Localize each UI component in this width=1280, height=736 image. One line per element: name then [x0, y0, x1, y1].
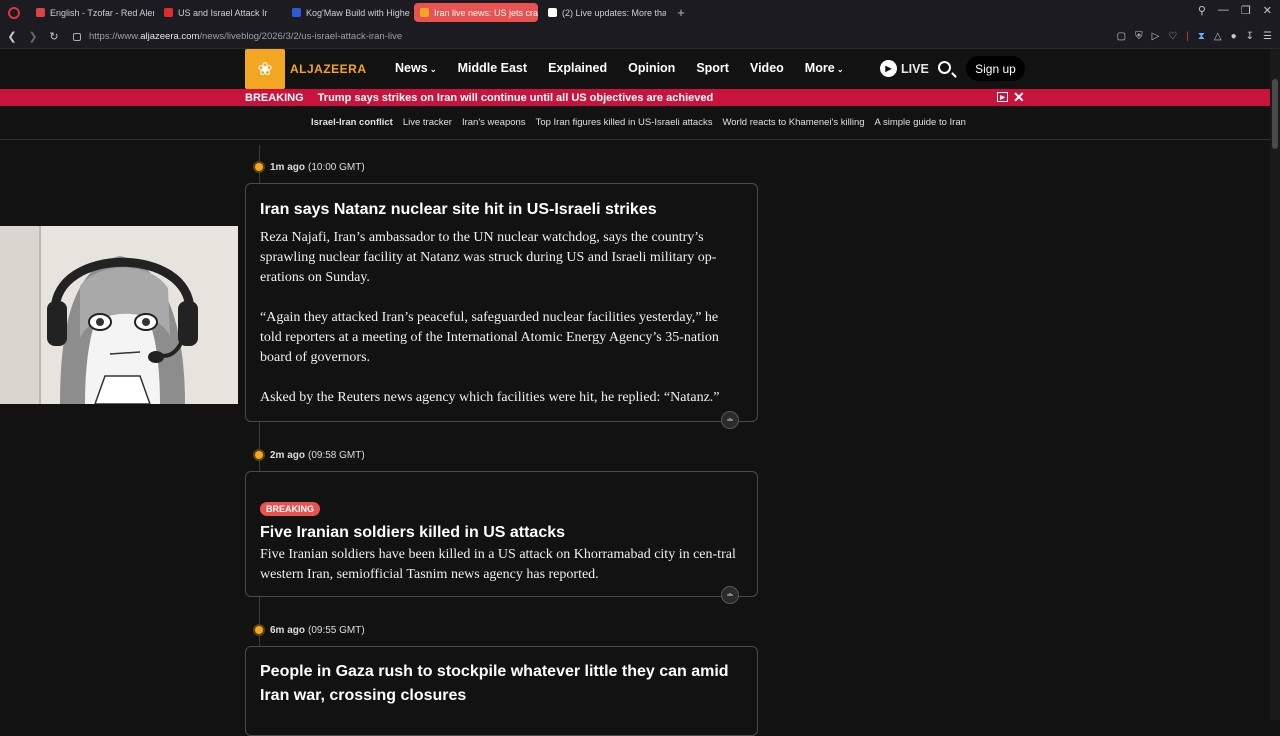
menu-icon[interactable]: ☰ [1263, 31, 1272, 42]
timeline-dot-icon [253, 161, 265, 173]
aljazeera-logo-icon[interactable]: ❀ [245, 49, 285, 89]
ap-favicon-icon [548, 8, 557, 17]
breaking-banner[interactable]: BREAKING Trump says strikes on Iran will… [0, 89, 1270, 106]
subnav-world-reacts[interactable]: World reacts to Khamenei's killing [722, 117, 864, 128]
tab-youtube[interactable]: US and Israel Attack Ir [158, 3, 282, 22]
play-icon: ▶ [880, 60, 897, 77]
share-icon[interactable]: ∸ [721, 586, 739, 604]
live-post-card: People in Gaza rush to stockpile whateve… [245, 646, 758, 736]
post-title[interactable]: People in Gaza rush to stockpile whateve… [260, 660, 743, 708]
nav-more[interactable]: More ⌄ [805, 61, 844, 75]
post-timestamp: 1m ago (10:00 GMT) [253, 161, 365, 173]
new-tab-button[interactable]: + [674, 5, 688, 20]
post-paragraph: Asked by the Reuters news agency which f… [260, 390, 720, 405]
logo-text[interactable]: ALJAZEERA [290, 62, 367, 76]
post-timestamp: 6m ago (09:55 GMT) [253, 624, 365, 636]
forward-icon[interactable]: ❯ [24, 30, 42, 43]
subnav-guide-to-iran[interactable]: A simple guide to Iran [875, 117, 966, 128]
chevron-down-icon: ⌄ [427, 65, 437, 74]
nav-sport[interactable]: Sport [696, 61, 729, 75]
search-tabs-icon[interactable]: ⚲ [1198, 4, 1206, 17]
address-bar: ❮ ❯ ↻ https://www.aljazeera.com/news/liv… [0, 25, 1280, 49]
chevron-down-icon: ⌄ [834, 65, 844, 74]
post-paragraph: Reza Najafi, Iran’s ambassador to the UN… [260, 230, 717, 285]
opera-logo-icon[interactable] [8, 6, 20, 19]
breaking-tag: BREAKING [245, 91, 304, 104]
live-post-card: Iran says Natanz nuclear site hit in US-… [245, 183, 758, 429]
breaking-badge: BREAKING [260, 502, 321, 516]
scroll-thumb[interactable] [1272, 79, 1278, 149]
play-icon[interactable]: ▶ [997, 92, 1008, 102]
tab-aljazeera[interactable]: Iran live news: US jets cra [414, 3, 538, 22]
nav-opinion[interactable]: Opinion [628, 61, 675, 75]
nav-news[interactable]: News ⌄ [395, 61, 437, 75]
sign-up-button[interactable]: Sign up [966, 56, 1025, 81]
post-title[interactable]: Iran says Natanz nuclear site hit in US-… [260, 198, 743, 222]
subnav-top-iran-figures[interactable]: Top Iran figures killed in US-Israeli at… [536, 117, 713, 128]
lock-icon[interactable] [73, 32, 81, 41]
main-nav: News ⌄ Middle East Explained Opinion Spo… [395, 61, 844, 75]
puzzle-icon[interactable]: △ [1214, 31, 1222, 42]
topic-subnav: Israel-Iran conflict Live tracker Iran's… [0, 106, 1270, 140]
subnav-irans-weapons[interactable]: Iran's weapons [462, 117, 526, 128]
profile-icon[interactable]: ● [1231, 31, 1237, 42]
site-header: ❀ ALJAZEERA News ⌄ Middle East Explained… [0, 49, 1270, 89]
post-timestamp: 2m ago (09:58 GMT) [253, 449, 365, 461]
search-icon[interactable] [938, 61, 951, 74]
webcam-overlay [0, 226, 238, 404]
restore-icon[interactable]: ❐ [1241, 4, 1251, 17]
page-scrollbar[interactable] [1270, 49, 1280, 720]
reload-icon[interactable]: ↻ [45, 30, 63, 43]
extension-icons: ▢ ⛨ ▷ ♡ | ⧗ △ ● ↧ ☰ [1117, 31, 1272, 42]
wifi-icon[interactable]: ⧗ [1198, 31, 1205, 42]
subnav-israel-iran-conflict[interactable]: Israel-Iran conflict [311, 117, 393, 128]
post-paragraph: Five Iranian soldiers have been killed i… [260, 547, 736, 582]
heart-icon[interactable]: ♡ [1168, 31, 1177, 42]
download-icon[interactable]: ↧ [1246, 31, 1254, 42]
close-window-icon[interactable]: ✕ [1263, 4, 1272, 17]
aljazeera-favicon-icon [420, 8, 429, 17]
share-icon[interactable]: ∸ [721, 411, 739, 429]
tzofar-favicon-icon [36, 8, 45, 17]
tab-ap[interactable]: (2) Live updates: More tha [542, 3, 666, 22]
post-paragraph: “Again they attacked Iran’s peaceful, sa… [260, 310, 719, 365]
timeline-dot-icon [253, 624, 265, 636]
tab-tzofar[interactable]: English - Tzofar - Red Aler [30, 3, 154, 22]
snapshot-icon[interactable]: ▢ [1117, 31, 1126, 42]
nav-middle-east[interactable]: Middle East [458, 61, 527, 75]
breaking-headline[interactable]: Trump says strikes on Iran will continue… [318, 92, 714, 104]
close-icon[interactable]: ✕ [1013, 89, 1025, 106]
live-button[interactable]: ▶ LIVE [880, 60, 929, 77]
minimize-icon[interactable]: — [1218, 4, 1229, 17]
url-field[interactable]: https://www.aljazeera.com/news/liveblog/… [89, 31, 402, 42]
browser-tab-bar: English - Tzofar - Red Aler US and Israe… [0, 0, 1280, 25]
nav-video[interactable]: Video [750, 61, 784, 75]
separator-icon: | [1186, 31, 1189, 42]
shield-icon[interactable]: ⛨ [1135, 31, 1143, 42]
tab-kogmaw[interactable]: Kog'Maw Build with Highe [286, 3, 410, 22]
post-title[interactable]: Five Iranian soldiers killed in US attac… [260, 521, 743, 545]
back-icon[interactable]: ❮ [3, 30, 21, 43]
timeline-dot-icon [253, 449, 265, 461]
nav-explained[interactable]: Explained [548, 61, 607, 75]
subnav-live-tracker[interactable]: Live tracker [403, 117, 452, 128]
live-post-card: BREAKING Five Iranian soldiers killed in… [245, 471, 758, 604]
window-controls: ⚲ — ❐ ✕ [1198, 4, 1272, 17]
player-icon[interactable]: ▷ [1152, 31, 1160, 42]
kogmaw-favicon-icon [292, 8, 301, 17]
streamer-avatar-illustration [0, 226, 238, 404]
youtube-favicon-icon [164, 8, 173, 17]
